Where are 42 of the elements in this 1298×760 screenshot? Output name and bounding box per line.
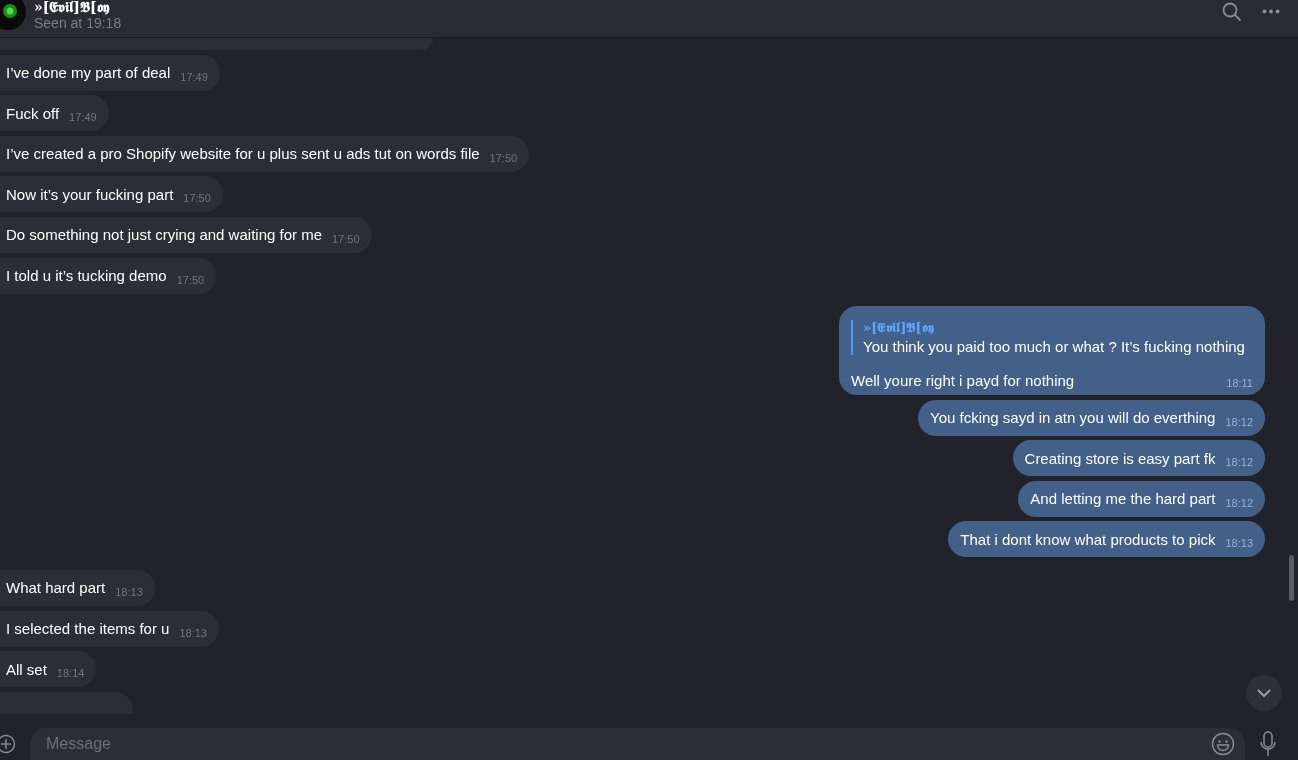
message-text: That i dont know what products to pick (960, 530, 1216, 548)
message-time: 18:13 (1225, 537, 1253, 550)
emoji-icon[interactable] (1211, 732, 1235, 756)
quote-author: »[𝕰𝖛𝖎𝖑]𝕭[𝖔𝖞 (863, 320, 935, 337)
quote-text: You think you paid too much or what ? It’s fucking nothing (863, 338, 1246, 356)
contact-name: »[𝕰𝖛𝖎𝖑]𝕭[𝖔𝖞 (34, 0, 111, 15)
message-time: 17:50 (489, 151, 518, 164)
message-text: I’ve done my part of deal (6, 64, 171, 82)
message-time: 18:12 (1225, 496, 1253, 509)
message-text: You fcking sayd in atn you will do everthing (930, 409, 1216, 427)
message-time: 18:12 (1225, 415, 1253, 428)
chevron-down-icon (1256, 688, 1272, 698)
message-time: 17:50 (176, 273, 205, 286)
message-time: 18:13 (115, 585, 143, 598)
message-text: Do something not just crying and waiting for me (6, 226, 322, 244)
message-input[interactable]: Message (30, 728, 1245, 760)
message-time: 17:50 (183, 192, 211, 205)
last-seen-status: Seen at 19:18 (34, 14, 122, 31)
message-time: 18:12 (1225, 456, 1253, 469)
message-text: Now it’s your fucking part (6, 185, 174, 203)
scrollbar-thumb[interactable] (1289, 555, 1294, 601)
attach-icon[interactable] (0, 734, 16, 754)
message-text: What hard part (6, 579, 106, 597)
message-time: 18:13 (179, 626, 207, 639)
search-icon[interactable] (1222, 1, 1242, 22)
microphone-icon[interactable] (1259, 731, 1277, 757)
message-time: 17:49 (180, 70, 208, 83)
message-text: All set (6, 660, 47, 678)
scroll-down-button[interactable] (1246, 675, 1282, 711)
message-text: And letting me the hard part (1030, 490, 1216, 508)
message-text: I selected the items for u (6, 620, 170, 638)
message-time: 17:49 (69, 111, 97, 124)
message-text: Creating store is easy part fk (1024, 449, 1216, 467)
message-text: Fuck off (6, 104, 60, 122)
message-time: 18:14 (56, 667, 85, 680)
reply-quote[interactable]: »[𝕰𝖛𝖎𝖑]𝕭[𝖔𝖞 You think you paid too much or what ? It’s fucking nothing (851, 320, 1253, 356)
message-time: 17:50 (332, 232, 360, 245)
message-text: I told u it’s tucking demo (6, 267, 167, 285)
message-text: Well youre right i payd for nothing (851, 372, 1075, 390)
message-text: I’ve created a pro Shopify website for u plus sent u ads tut on words file (6, 145, 480, 163)
message-time: 18:11 (1226, 377, 1253, 390)
more-icon[interactable] (1262, 9, 1280, 14)
